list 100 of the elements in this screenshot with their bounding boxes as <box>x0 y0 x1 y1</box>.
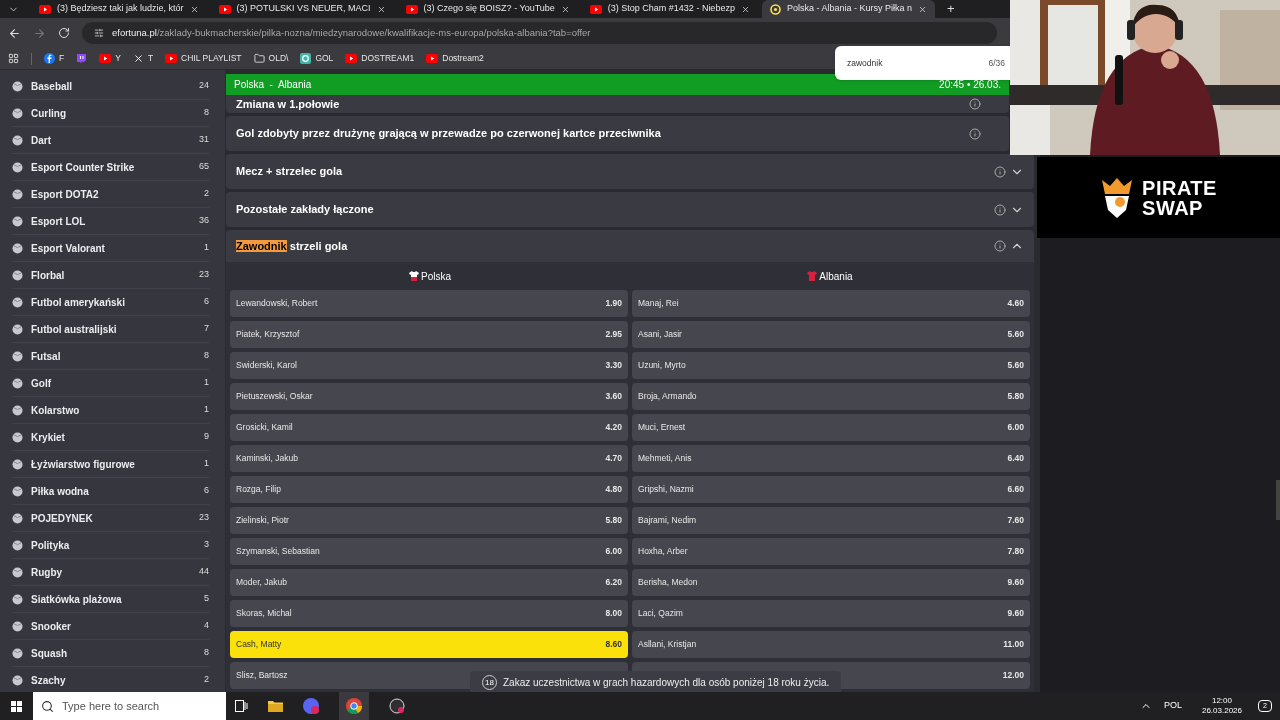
player-name: Mehmeti, Anis <box>638 452 692 465</box>
odds-value: 12.00 <box>1002 669 1024 682</box>
event-count: 23 <box>199 268 209 282</box>
logo-text: PIRATE <box>1142 177 1217 198</box>
event-count: 2 <box>204 673 209 687</box>
sport-name: Golf <box>31 376 52 391</box>
player-name: Lewandowski, Robert <box>236 297 318 310</box>
event-count: 36 <box>199 214 209 228</box>
odds-value: 8.00 <box>605 607 622 620</box>
sport-name: Florbal <box>31 268 66 283</box>
player-name: Uzuni, Myrto <box>638 359 686 372</box>
event-count: 1 <box>204 403 209 417</box>
bookmark-label: Y <box>115 52 121 65</box>
player-name: Skoras, Michal <box>236 607 292 620</box>
bookmark-label: DOSTREAM1 <box>361 52 415 65</box>
player-name: Hoxha, Arber <box>638 545 688 558</box>
player-name: Gripshi, Nazmi <box>638 483 694 496</box>
event-time: 20:45 • 26.03. <box>939 78 1001 92</box>
odds-value: 5.60 <box>1007 328 1024 341</box>
bookmark-label: OLD\ <box>268 52 289 65</box>
sport-name: Polityka <box>31 538 71 553</box>
odds-value: 6.40 <box>1007 452 1024 465</box>
player-name: Berisha, Medon <box>638 576 698 589</box>
sport-name: Futsal <box>31 349 62 364</box>
odds-value: 9.60 <box>1007 576 1024 589</box>
odds-value: 6.20 <box>605 576 622 589</box>
event-count: 8 <box>204 106 209 120</box>
event-count: 24 <box>199 79 209 93</box>
sport-name: Kolarstwo <box>31 403 81 418</box>
event-count: 31 <box>199 133 209 147</box>
player-name: Grosicki, Kamil <box>236 421 293 434</box>
event-count: 5 <box>204 592 209 606</box>
event-count: 7 <box>204 322 209 336</box>
player-name: Muci, Ernest <box>638 421 686 434</box>
odds-value: 3.60 <box>605 390 622 403</box>
player-name: Cash, Matty <box>236 638 282 651</box>
odds-value: 4.70 <box>605 452 622 465</box>
odds-value: 2.95 <box>605 328 622 341</box>
tab-title: Polska - Albania - Kursy Piłka n <box>786 2 912 16</box>
tab-title: (3) Stop Cham #1432 - Niebezp <box>607 2 735 16</box>
event-count: 9 <box>204 430 209 444</box>
event-title: Polska - Albania <box>234 78 312 92</box>
odds-value: 6.60 <box>1007 483 1024 496</box>
sport-name: Futbol amerykański <box>31 295 126 310</box>
odds-value: 4.80 <box>605 483 622 496</box>
sport-name: Krykiet <box>31 430 66 445</box>
player-name: Szymanski, Sebastian <box>236 545 320 558</box>
player-name: Zielinski, Piotr <box>236 514 289 527</box>
tab-title: (3) Będziesz taki jak ludzie, któr <box>57 2 184 16</box>
bookmark-label: F <box>59 52 65 65</box>
odds-value: 6.00 <box>605 545 622 558</box>
player-name: Moder, Jakub <box>236 576 288 589</box>
sport-name: Dart <box>31 133 52 148</box>
player-name: Kaminski, Jakub <box>236 452 298 465</box>
odds-value: 6.00 <box>1007 421 1024 434</box>
team-name: Polska <box>421 269 451 284</box>
event-count: 3 <box>204 538 209 552</box>
event-count: 2 <box>204 187 209 201</box>
tab-title: (3) POTULSKI VS NEUER, MACI <box>236 2 371 16</box>
player-name: Piatek, Krzysztof <box>236 328 300 341</box>
odds-value: 5.80 <box>605 514 622 527</box>
player-name: Asllani, Kristjan <box>638 638 697 651</box>
team-name: Albania <box>819 269 853 284</box>
event-count: 44 <box>199 565 209 579</box>
sport-name: Baseball <box>31 79 74 94</box>
bookmark-label: T <box>147 52 154 65</box>
tab-title: (3) Czego się BOISZ? - YouTube <box>423 2 555 16</box>
market-title: Gol zdobyty przez drużynę grającą w przewadze po czerwonej kartce przeciwnika <box>236 126 662 142</box>
sport-name: Esport Valorant <box>31 241 106 256</box>
match-count: 6/36 <box>988 56 1005 70</box>
odds-value: 1.90 <box>605 297 622 310</box>
odds-value: 5.80 <box>1007 390 1024 403</box>
odds-value: 8.60 <box>605 638 622 651</box>
sport-name: Squash <box>31 646 69 661</box>
sport-name: Łyżwiarstwo figurowe <box>31 457 136 472</box>
event-count: 23 <box>199 511 209 525</box>
sport-name: Curling <box>31 106 67 121</box>
odds-value: 4.60 <box>1007 297 1024 310</box>
event-count: 8 <box>204 349 209 363</box>
event-count: 8 <box>204 646 209 660</box>
bookmark-label: GOL <box>315 52 334 65</box>
logo-text: SWAP <box>1142 197 1204 218</box>
odds-value: 7.80 <box>1007 545 1024 558</box>
player-name: Bajrami, Nedim <box>638 514 697 527</box>
odds-value: 5.60 <box>1007 359 1024 372</box>
sport-name: Rugby <box>31 565 64 580</box>
market-title: Mecz + strzelec gola <box>236 164 344 180</box>
player-name: Slisz, Bartosz <box>236 669 288 682</box>
sport-name: Snooker <box>31 619 72 634</box>
clock-date: 26.03.2026 <box>1201 706 1242 716</box>
player-name: Laci, Qazim <box>638 607 683 620</box>
odds-value: 3.30 <box>605 359 622 372</box>
sport-name: Futbol australijski <box>31 322 118 337</box>
sport-name: Szachy <box>31 673 67 688</box>
market-title: Zmiana w 1.połowie <box>236 96 341 112</box>
event-count: 65 <box>199 160 209 174</box>
sport-name: Esport DOTA2 <box>31 187 100 202</box>
clock-time: 12:00 <box>1211 696 1232 706</box>
odds-value: 11.00 <box>1003 638 1024 651</box>
url-text: efortuna.pl/zaklady-bukmacherskie/pilka-nozna/miedzynarodowe/kwalifikacje-ms-europa/polska-albania?tab=offer <box>112 25 591 40</box>
